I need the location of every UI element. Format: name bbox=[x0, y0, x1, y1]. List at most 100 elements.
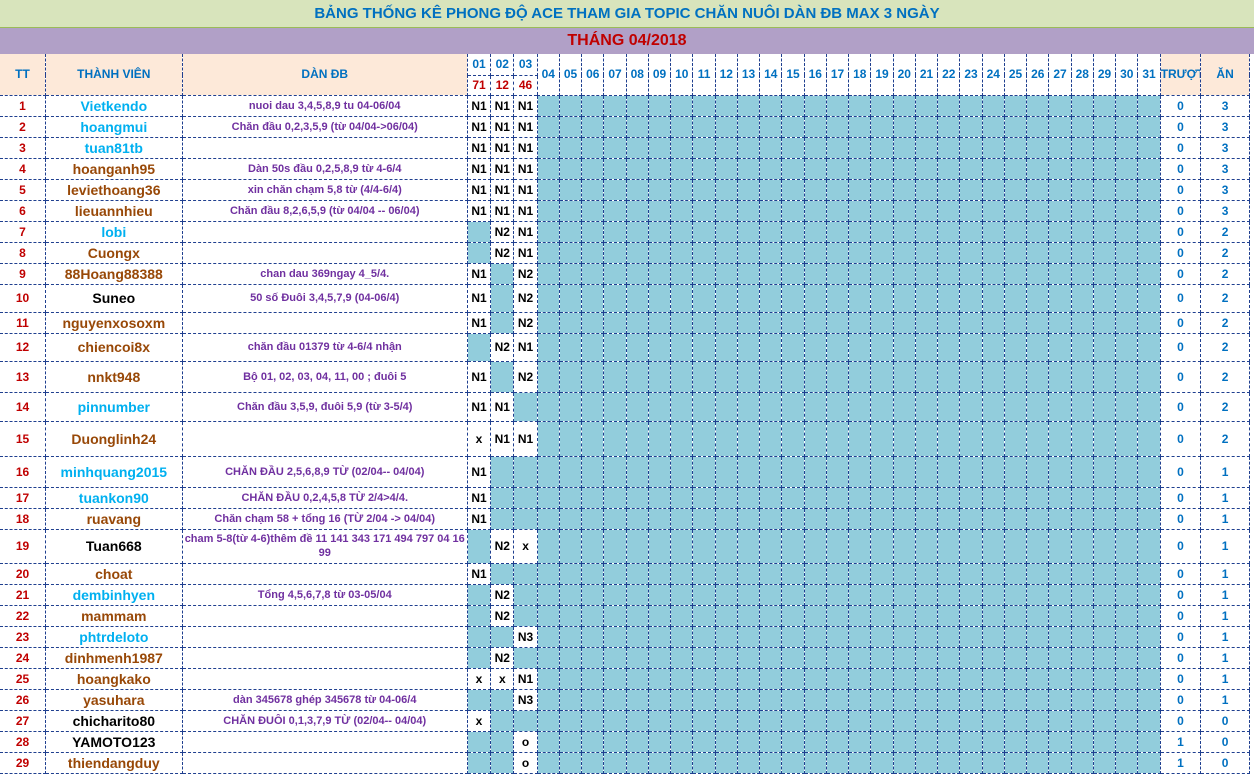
an-count: 2 bbox=[1200, 221, 1250, 243]
day-cell bbox=[982, 710, 1005, 732]
day-cell bbox=[848, 95, 872, 117]
day-cell bbox=[781, 116, 805, 138]
member-name: nnkt948 bbox=[45, 361, 183, 393]
day-cell bbox=[937, 421, 961, 457]
day-cell bbox=[870, 529, 894, 564]
day-cell bbox=[1048, 626, 1072, 648]
day-cell bbox=[559, 200, 583, 222]
day-cell bbox=[715, 361, 738, 393]
day-cell bbox=[1071, 312, 1094, 334]
member-name: tuankon90 bbox=[45, 487, 183, 509]
day-cell bbox=[559, 710, 583, 732]
header-tt: TT bbox=[0, 54, 47, 96]
result-cell: 12 bbox=[490, 75, 515, 96]
day-cell bbox=[692, 668, 716, 690]
dan-text: CHĂN ĐUÔI 0,1,3,7,9 TỪ (02/04-- 04/04) bbox=[182, 710, 468, 732]
day-cell bbox=[490, 487, 515, 509]
day-cell bbox=[692, 263, 716, 285]
day-cell bbox=[1026, 95, 1050, 117]
day-cell bbox=[467, 626, 492, 648]
day-cell bbox=[848, 647, 872, 669]
day-cell bbox=[959, 221, 983, 243]
row-index: 19 bbox=[0, 529, 47, 564]
day-cell bbox=[915, 689, 939, 711]
day-cell: x bbox=[467, 421, 492, 457]
day-cell bbox=[781, 710, 805, 732]
member-name: hoanganh95 bbox=[45, 158, 183, 180]
day-cell bbox=[982, 731, 1005, 753]
day-cell bbox=[959, 689, 983, 711]
day-cell bbox=[959, 284, 983, 313]
truot-count: 0 bbox=[1160, 221, 1202, 243]
day-cell bbox=[937, 284, 961, 313]
table-row: 15 Duonglinh24 x N1 N1 0 2 bbox=[0, 421, 1250, 457]
member-name: YAMOTO123 bbox=[45, 731, 183, 753]
day-cell bbox=[982, 626, 1005, 648]
day-cell bbox=[1004, 158, 1028, 180]
day-cell bbox=[1026, 563, 1050, 585]
day-cell bbox=[804, 710, 827, 732]
day-cell bbox=[1048, 312, 1072, 334]
day-cell bbox=[759, 689, 783, 711]
day-cell bbox=[804, 200, 827, 222]
table-row: 4 hoanganh95 Dàn 50s đầu 0,2,5,8,9 từ 4-6/… bbox=[0, 158, 1250, 180]
day-cell bbox=[513, 487, 538, 509]
day-cell bbox=[1137, 158, 1161, 180]
day-cell bbox=[626, 752, 649, 774]
day-cell bbox=[959, 333, 983, 362]
table-row: 10 Suneo 50 số Đuôi 3,4,5,7,9 (04-06/4) N1 N… bbox=[0, 284, 1250, 313]
day-cell bbox=[1071, 626, 1094, 648]
day-cell bbox=[781, 626, 805, 648]
day-cell bbox=[959, 731, 983, 753]
truot-count: 0 bbox=[1160, 710, 1202, 732]
day-cell bbox=[626, 200, 649, 222]
member-name: choat bbox=[45, 563, 183, 585]
day-cell bbox=[959, 361, 983, 393]
day-cell bbox=[737, 312, 761, 334]
table-row: 23 phtrdeloto N3 0 1 bbox=[0, 626, 1250, 648]
day-cell bbox=[1026, 221, 1050, 243]
day-cell bbox=[1115, 689, 1139, 711]
day-cell bbox=[1071, 179, 1094, 201]
day-cell bbox=[781, 361, 805, 393]
dan-text: CHĂN ĐẦU 2,5,6,8,9 TỪ (02/04-- 04/04) bbox=[182, 456, 468, 488]
day-cell bbox=[626, 689, 649, 711]
day-cell bbox=[826, 529, 850, 564]
day-cell bbox=[959, 200, 983, 222]
day-cell bbox=[670, 647, 694, 669]
day-cell bbox=[581, 263, 605, 285]
day-cell bbox=[826, 284, 850, 313]
dan-text bbox=[182, 647, 468, 669]
day-cell bbox=[603, 392, 627, 422]
day-cell bbox=[1093, 263, 1117, 285]
day-cell bbox=[915, 529, 939, 564]
day-cell bbox=[603, 626, 627, 648]
day-cell bbox=[1137, 242, 1161, 264]
day-cell bbox=[937, 392, 961, 422]
day-cell bbox=[715, 221, 738, 243]
day-cell bbox=[513, 508, 538, 530]
day-cell bbox=[559, 647, 583, 669]
day-cell: N1 bbox=[467, 137, 492, 159]
day-cell bbox=[559, 242, 583, 264]
day-cell bbox=[581, 200, 605, 222]
day-cell bbox=[737, 487, 761, 509]
day-cell: N1 bbox=[490, 421, 515, 457]
day-cell bbox=[715, 242, 738, 264]
truot-count: 0 bbox=[1160, 421, 1202, 457]
day-cell bbox=[692, 284, 716, 313]
day-cell bbox=[1093, 312, 1117, 334]
day-cell bbox=[804, 529, 827, 564]
day-cell bbox=[648, 116, 672, 138]
day-cell bbox=[559, 95, 583, 117]
day-cell bbox=[670, 710, 694, 732]
day-cell bbox=[759, 221, 783, 243]
day-cell bbox=[781, 333, 805, 362]
day-cell bbox=[537, 584, 560, 606]
day-cell bbox=[893, 361, 916, 393]
member-name: ruavang bbox=[45, 508, 183, 530]
day-cell bbox=[915, 626, 939, 648]
truot-count: 1 bbox=[1160, 752, 1202, 774]
day-cell bbox=[537, 221, 560, 243]
day-cell bbox=[648, 563, 672, 585]
